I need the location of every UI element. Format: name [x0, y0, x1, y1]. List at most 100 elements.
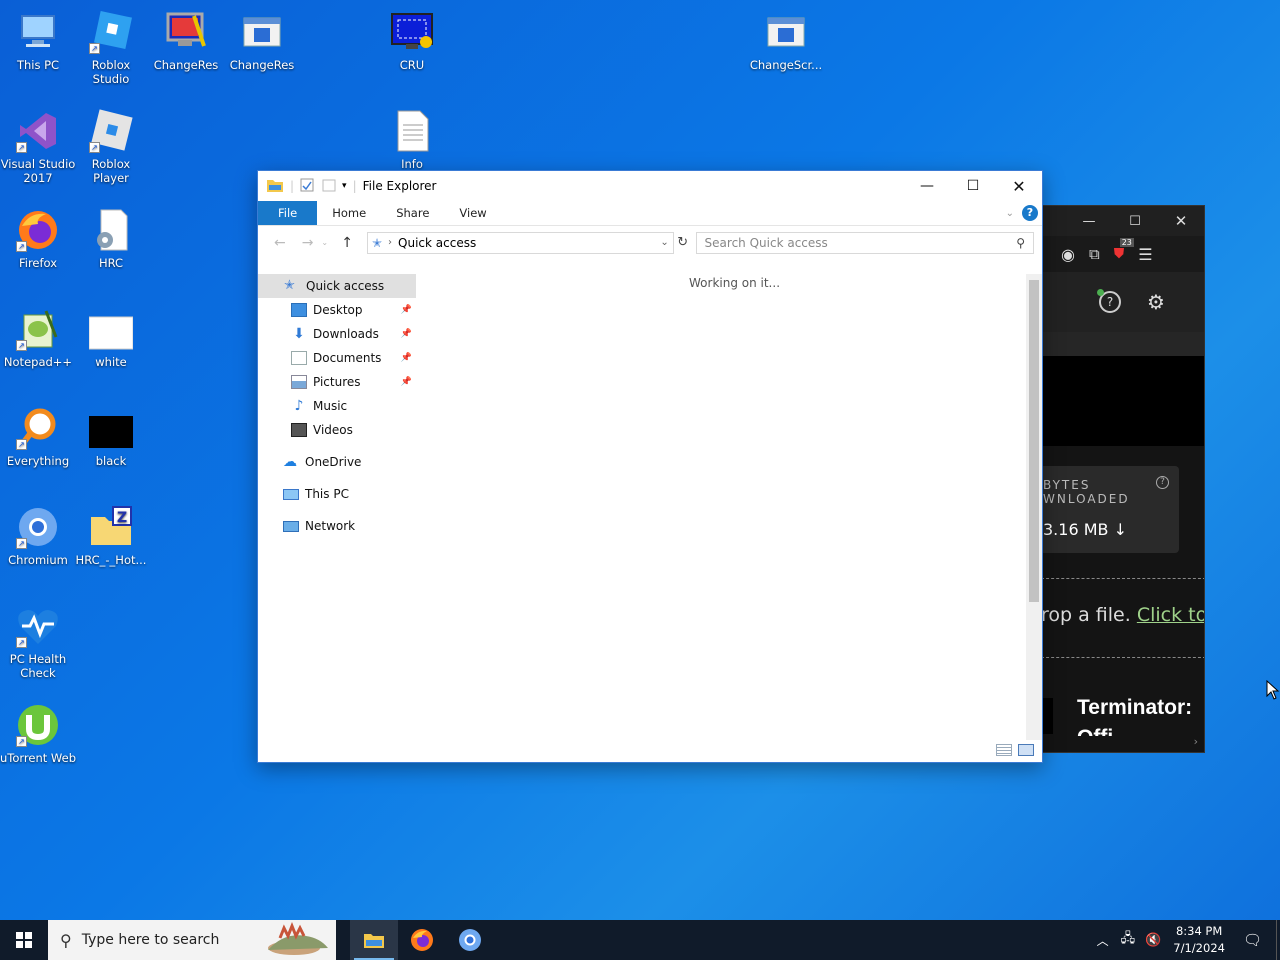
desktop-icon-hrc-hotkey[interactable]: Z HRC_-_Hot... [73, 499, 149, 567]
desktop-icon-pc-health-check[interactable]: ↗ PC Health Check [0, 598, 76, 680]
show-desktop-button[interactable] [1276, 920, 1280, 960]
ublock-icon[interactable]: ⛊ 23 [1114, 238, 1134, 262]
nav-label: Quick access [306, 279, 385, 293]
maximize-button[interactable]: ☐ [950, 171, 996, 201]
taskbar-chromium[interactable] [446, 920, 494, 960]
nav-item-desktop[interactable]: Desktop 📌 [258, 298, 416, 322]
desktop-icon-firefox[interactable]: ↗ Firefox [0, 202, 76, 270]
help-icon[interactable]: ? [1097, 289, 1121, 313]
desktop-icon-roblox-studio[interactable]: ↗ Roblox Studio [73, 4, 149, 86]
drop-zone[interactable]: rop a file. Click to a [1041, 578, 1204, 658]
desktop-icon-this-pc[interactable]: This PC [0, 4, 76, 72]
forward-arrow-icon[interactable]: → [294, 235, 322, 251]
desktop-icon-info[interactable]: Info [374, 103, 450, 171]
notifications-icon[interactable]: 🗨 [1243, 931, 1262, 949]
desktop-icon-chromium[interactable]: ↗ Chromium [0, 499, 76, 567]
taskbar-file-explorer[interactable] [350, 920, 398, 960]
desktop-icon-label: white [95, 355, 127, 369]
nav-item-onedrive[interactable]: ☁ OneDrive [258, 450, 416, 474]
close-icon: ✕ [1012, 176, 1026, 196]
recent-locations-icon[interactable]: ⌄ [321, 238, 333, 247]
address-dropdown-icon[interactable]: ⌄ [660, 237, 668, 248]
taskbar-search-box[interactable]: ⚲ Type here to search [48, 920, 336, 960]
desktop-icon-hrc[interactable]: HRC [73, 202, 149, 270]
click-to-add-link[interactable]: Click to a [1137, 604, 1204, 626]
details-view-icon[interactable] [996, 744, 1012, 756]
desktop-icon-black[interactable]: black [73, 400, 149, 468]
zip-folder-icon: Z [89, 505, 133, 549]
item-title[interactable]: Terminator: [1077, 696, 1192, 720]
show-hidden-icons-chevron-icon[interactable]: ︿ [1097, 932, 1109, 949]
desktop-icon-visual-studio[interactable]: ↗ Visual Studio 2017 [0, 103, 76, 185]
vertical-scrollbar[interactable] [1026, 274, 1042, 740]
help-icon[interactable]: ? [1022, 201, 1038, 225]
roblox-studio-icon: ↗ [89, 10, 133, 54]
nav-item-videos[interactable]: Videos [258, 418, 416, 442]
desktop-icon-label: black [95, 454, 127, 468]
white-image-icon [88, 307, 134, 351]
account-icon[interactable]: ◉ [1061, 245, 1075, 264]
refresh-icon[interactable]: ↻ [674, 235, 692, 250]
large-icons-view-icon[interactable] [1018, 744, 1034, 756]
menu-icon[interactable]: ☰ [1138, 245, 1152, 264]
pin-icon[interactable]: 📌 [401, 353, 412, 363]
network-status-icon[interactable]: 🖧 [1121, 929, 1136, 951]
search-icon: ⚲ [60, 930, 72, 950]
desktop-icon-notepadpp[interactable]: ↗ Notepad++ [0, 301, 76, 369]
content-area[interactable]: Working on it... [416, 274, 1026, 740]
info-help-icon[interactable]: ? [1156, 476, 1169, 489]
volume-muted-icon[interactable]: 🔇 [1145, 933, 1161, 948]
desktop-icon-roblox-player[interactable]: ↗ Roblox Player [73, 103, 149, 185]
desktop-icon-utorrent-web[interactable]: ↗ uTorrent Web [0, 697, 76, 765]
pin-icon[interactable]: 📌 [401, 305, 412, 315]
nav-item-downloads[interactable]: ⬇ Downloads 📌 [258, 322, 416, 346]
tab-share[interactable]: Share [381, 201, 444, 225]
taskbar-firefox[interactable] [398, 920, 446, 960]
tab-home[interactable]: Home [317, 201, 381, 225]
background-app-window[interactable]: — ☐ ✕ ◉ ⧉ ⛊ 23 ☰ ? ⚙ BYTES WNLOADED 3.16… [1040, 205, 1205, 753]
extensions-icon[interactable]: ⧉ [1089, 245, 1100, 263]
nav-item-network[interactable]: Network [258, 514, 416, 538]
nav-item-quick-access[interactable]: ✭ Quick access [258, 274, 416, 298]
new-folder-icon[interactable] [322, 178, 336, 195]
pin-icon[interactable]: 📌 [401, 377, 412, 387]
desktop-icon-white[interactable]: white [73, 301, 149, 369]
desktop-icon-everything[interactable]: ↗ Everything [0, 400, 76, 468]
scrollbar-thumb[interactable] [1029, 280, 1039, 602]
nav-label: Documents [313, 351, 382, 365]
back-arrow-icon[interactable]: ← [266, 235, 294, 251]
desktop-icon-cru[interactable]: CRU [374, 4, 450, 72]
chevron-right-icon[interactable]: › [1194, 735, 1198, 748]
quick-access-toolbar-dropdown-icon[interactable]: ▾ [342, 181, 347, 191]
up-arrow-icon[interactable]: ↑ [333, 235, 361, 251]
heart-pulse-icon: ↗ [16, 604, 60, 648]
tab-file[interactable]: File [258, 201, 318, 225]
shortcut-arrow-icon: ↗ [16, 241, 27, 252]
expand-ribbon-icon[interactable]: ⌄ [1006, 201, 1014, 225]
nav-item-music[interactable]: ♪ Music [258, 394, 416, 418]
close-button[interactable]: ✕ [996, 171, 1042, 201]
settings-gear-icon[interactable]: ⚙ [1147, 290, 1165, 314]
pin-icon[interactable]: 📌 [401, 329, 412, 339]
nav-item-documents[interactable]: Documents 📌 [258, 346, 416, 370]
clock[interactable]: 8:34 PM 7/1/2024 [1173, 923, 1225, 957]
desktop-icon-changeres-1[interactable]: ChangeRes [148, 4, 224, 72]
close-icon[interactable]: ✕ [1158, 212, 1204, 230]
desktop-icon-changescr[interactable]: ChangeScr... [748, 4, 824, 72]
file-explorer-window[interactable]: | ▾ | File Explorer — ☐ ✕ File Home Shar… [257, 170, 1043, 763]
nav-item-pictures[interactable]: Pictures 📌 [258, 370, 416, 394]
search-input[interactable]: Search Quick access ⚲ [695, 231, 1034, 254]
nav-label: Downloads [313, 327, 379, 341]
properties-icon[interactable] [300, 178, 314, 195]
minimize-icon[interactable]: — [1066, 214, 1112, 229]
minimize-button[interactable]: — [904, 171, 950, 201]
maximize-icon[interactable]: ☐ [1112, 214, 1158, 229]
address-bar[interactable]: ✭ › Quick access ⌄ [366, 231, 674, 254]
desktop-icon-changeres-2[interactable]: ChangeRes [224, 4, 300, 72]
search-icon: ⚲ [1016, 235, 1025, 250]
nav-item-this-pc[interactable]: This PC [258, 482, 416, 506]
desktop-icon-label: Visual Studio 2017 [0, 157, 76, 185]
start-button[interactable] [0, 920, 48, 960]
quick-access-star-icon: ✭ [284, 278, 295, 293]
tab-view[interactable]: View [444, 201, 501, 225]
